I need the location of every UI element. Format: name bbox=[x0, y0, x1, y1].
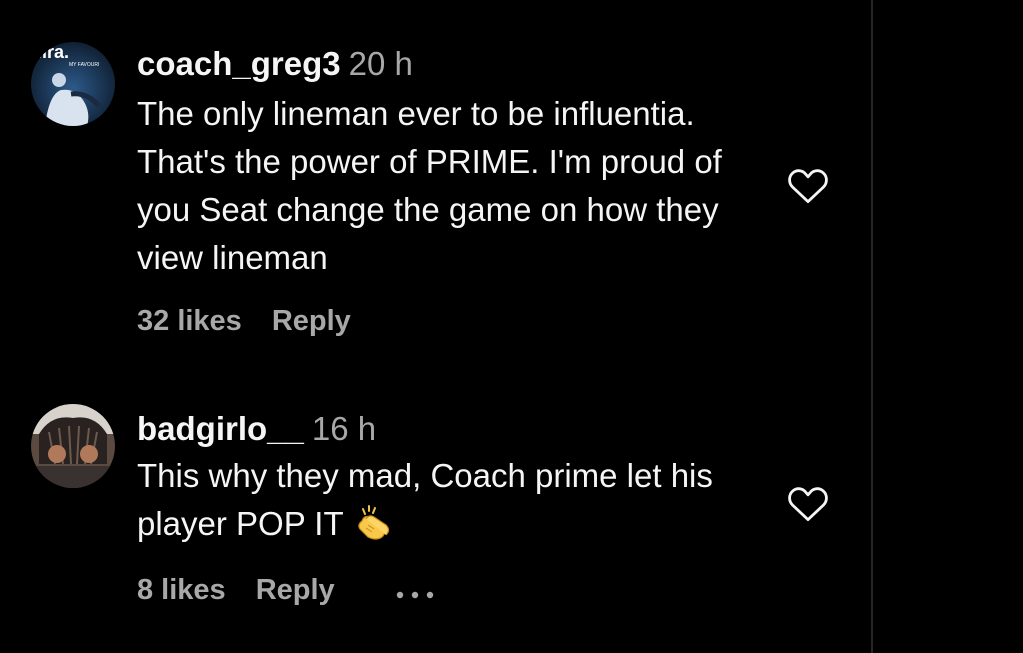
comment-item: badgirlo__ 16 h This why they mad, Coach … bbox=[0, 380, 871, 653]
timestamp: 20 h bbox=[348, 45, 413, 82]
comment-actions: 32 likes Reply bbox=[137, 305, 351, 338]
likes-count[interactable]: 8 likes bbox=[137, 574, 226, 606]
heart-icon[interactable] bbox=[787, 165, 829, 205]
svg-text:MY FAVOURI: MY FAVOURI bbox=[69, 62, 99, 68]
username[interactable]: badgirlo__ bbox=[137, 410, 304, 447]
comment-item: ııra. MY FAVOURI coach_greg3 20 h The onl… bbox=[0, 0, 871, 380]
svg-text:ııra.: ııra. bbox=[37, 42, 69, 62]
reply-button[interactable]: Reply bbox=[256, 574, 335, 606]
reply-button[interactable]: Reply bbox=[272, 305, 351, 337]
comment-actions: 8 likes Reply bbox=[137, 574, 435, 608]
comment-text: The only lineman ever to be influentia. … bbox=[137, 95, 722, 276]
more-options-icon[interactable] bbox=[395, 575, 435, 608]
likes-count[interactable]: 32 likes bbox=[137, 305, 242, 337]
comment-header: coach_greg3 20 h bbox=[137, 45, 413, 83]
heart-icon[interactable] bbox=[787, 483, 829, 523]
comment-header: badgirlo__ 16 h bbox=[137, 410, 376, 448]
avatar[interactable]: ııra. MY FAVOURI bbox=[31, 42, 115, 126]
username[interactable]: coach_greg3 bbox=[137, 45, 341, 82]
vertical-divider bbox=[871, 0, 873, 653]
avatar[interactable] bbox=[31, 404, 115, 488]
comment-text: This why they mad, Coach prime let his p… bbox=[137, 452, 777, 554]
timestamp: 16 h bbox=[311, 410, 377, 447]
comment-text-content: This why they mad, Coach prime let his p… bbox=[137, 457, 713, 542]
clapping-hands-emoji bbox=[354, 505, 392, 554]
